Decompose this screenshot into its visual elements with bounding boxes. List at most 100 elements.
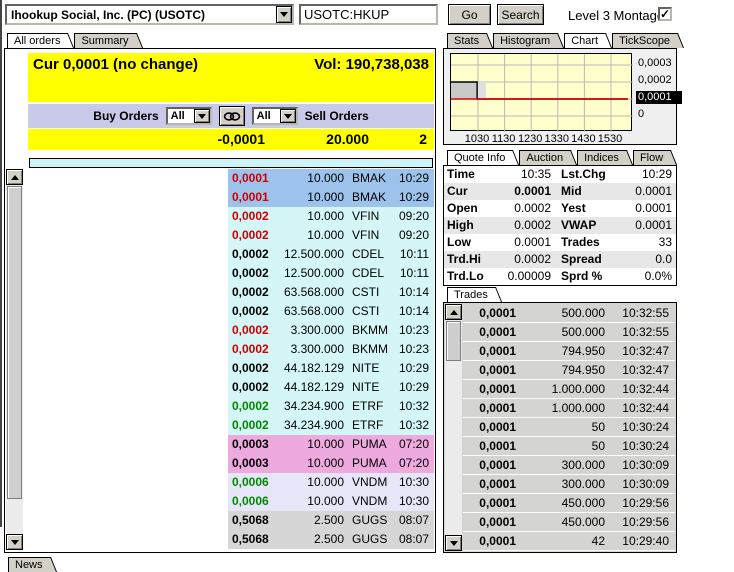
order-row[interactable]: 0,000210.000VFIN09:20: [25, 207, 434, 226]
order-market-maker: CDEL: [344, 245, 392, 264]
order-row[interactable]: 0,50682.500GUGS08:07: [25, 530, 434, 549]
order-time: 10:11: [392, 264, 434, 283]
quote-value: 0.0001: [494, 183, 551, 200]
trade-row[interactable]: 0,0001300.00010:30:09: [463, 475, 675, 494]
trade-row[interactable]: 0,0001450.00010:29:56: [463, 513, 675, 532]
analysis-tabs: Stats Histogram Chart TickScope: [447, 33, 675, 48]
chevron-down-icon[interactable]: [194, 109, 210, 123]
order-row-sell-side: 0,000110.000BMAK10:29: [228, 188, 434, 207]
order-row[interactable]: 0,00023.300.000BKMM10:23: [25, 340, 434, 359]
order-price: 0,5068: [228, 530, 280, 549]
order-row[interactable]: 0,00023.300.000BKMM10:23: [25, 321, 434, 340]
quote-label: Yest: [551, 200, 615, 217]
tab-histogram[interactable]: Histogram: [493, 33, 555, 48]
order-row[interactable]: 0,000263.568.000CSTI10:14: [25, 283, 434, 302]
trade-rows: 0,0001500.00010:32:550,0001500.00010:32:…: [463, 304, 675, 551]
trade-row[interactable]: 0,00014210:29:40: [463, 532, 675, 551]
order-row-sell-side: 0,000244.182.129NITE10:29: [228, 359, 434, 378]
y-tick-label: 0,0001: [636, 91, 682, 104]
order-market-maker: PUMA: [344, 435, 392, 454]
chevron-down-icon[interactable]: [276, 6, 292, 23]
trade-row[interactable]: 0,0001500.00010:32:55: [463, 323, 675, 342]
order-row[interactable]: 0,000263.568.000CSTI10:14: [25, 302, 434, 321]
order-row[interactable]: 0,000244.182.129NITE10:29: [25, 378, 434, 397]
order-row-sell-side: 0,000610.000VNDM10:30: [228, 473, 434, 492]
order-market-maker: VNDM: [344, 492, 392, 511]
scroll-down-button[interactable]: [6, 534, 23, 550]
order-time: 07:20: [392, 435, 434, 454]
trade-row[interactable]: 0,00011.000.00010:32:44: [463, 399, 675, 418]
tab-trades[interactable]: Trades: [447, 287, 493, 302]
order-row[interactable]: 0,000210.000VFIN09:20: [25, 226, 434, 245]
order-market-maker: NITE: [344, 378, 392, 397]
symbol-select[interactable]: Ihookup Social, Inc. (PC) (USOTC): [5, 4, 294, 25]
scroll-down-button[interactable]: [445, 535, 462, 551]
tab-indices[interactable]: Indices: [577, 150, 624, 165]
order-row[interactable]: 0,000610.000VNDM10:30: [25, 492, 434, 511]
orderbook-scrollbar[interactable]: [6, 169, 23, 550]
order-row[interactable]: 0,000310.000PUMA07:20: [25, 454, 434, 473]
link-filters-button[interactable]: [219, 106, 245, 126]
tab-stats[interactable]: Stats: [447, 33, 484, 48]
current-price-text: Cur 0,0001 (no change): [33, 56, 198, 99]
scroll-up-button[interactable]: [6, 169, 23, 185]
montage-checkbox[interactable]: ✓: [658, 7, 672, 21]
scroll-up-button[interactable]: [445, 304, 462, 320]
sell-filter-select[interactable]: All: [252, 107, 298, 125]
trade-row[interactable]: 0,0001794.95010:32:47: [463, 361, 675, 380]
trade-row[interactable]: 0,00011.000.00010:32:44: [463, 380, 675, 399]
scrollbar-thumb[interactable]: [446, 321, 461, 361]
tab-summary[interactable]: Summary: [74, 33, 133, 48]
trade-row[interactable]: 0,00015010:30:24: [463, 418, 675, 437]
buy-filter-select[interactable]: All: [166, 107, 212, 125]
quote-info-panel: Time10:35Lst.Chg10:29Cur0.0001Mid0.0001O…: [443, 165, 677, 286]
tab-quote-info[interactable]: Quote Info: [447, 150, 510, 165]
order-row-buy-side: [25, 283, 228, 302]
order-time: 10:23: [392, 321, 434, 340]
tab-flow[interactable]: Flow: [633, 150, 668, 165]
trade-row[interactable]: 0,0001450.00010:29:56: [463, 494, 675, 513]
order-row[interactable]: 0,000244.182.129NITE10:29: [25, 359, 434, 378]
tab-tickscope[interactable]: TickScope: [612, 33, 675, 48]
order-row[interactable]: 0,000310.000PUMA07:20: [25, 435, 434, 454]
chevron-down-icon[interactable]: [280, 109, 296, 123]
order-row[interactable]: 0,000110.000BMAK10:29: [25, 169, 434, 188]
tab-chart[interactable]: Chart: [564, 33, 603, 48]
order-row[interactable]: 0,000212.500.000CDEL10:11: [25, 264, 434, 283]
search-button[interactable]: Search: [497, 4, 544, 25]
order-row-buy-side: [25, 321, 228, 340]
go-button[interactable]: Go: [448, 4, 491, 25]
order-time: 10:29: [392, 169, 434, 188]
tab-news[interactable]: News: [8, 557, 48, 572]
trades-tabs: Trades: [447, 287, 493, 302]
quote-row: High0.0002VWAP0.0001: [444, 217, 676, 234]
trade-size: 794.950: [516, 361, 605, 379]
trade-size: 300.000: [516, 475, 605, 493]
order-row-sell-side: 0,000234.234.900ETRF10:32: [228, 397, 434, 416]
trade-row[interactable]: 0,0001300.00010:30:09: [463, 456, 675, 475]
order-row[interactable]: 0,000234.234.900ETRF10:32: [25, 416, 434, 435]
trade-time: 10:32:44: [605, 380, 675, 398]
order-row[interactable]: 0,000610.000VNDM10:30: [25, 473, 434, 492]
scrollbar-thumb[interactable]: [7, 186, 22, 499]
order-time: 09:20: [392, 207, 434, 226]
montage-label: Level 3 Montage: [568, 8, 664, 23]
order-price: 0,0006: [228, 492, 280, 511]
order-row[interactable]: 0,000234.234.900ETRF10:32: [25, 397, 434, 416]
order-row[interactable]: 0,000110.000BMAK10:29: [25, 188, 434, 207]
trade-price: 0,0001: [463, 342, 516, 360]
symbol-input[interactable]: [299, 4, 438, 25]
trade-row[interactable]: 0,0001500.00010:32:55: [463, 304, 675, 323]
trade-row[interactable]: 0,00015010:30:24: [463, 437, 675, 456]
quote-value: 0.0002: [494, 200, 551, 217]
tab-all-orders[interactable]: All orders: [7, 33, 65, 48]
order-size: 34.234.900: [280, 397, 344, 416]
order-market-maker: CDEL: [344, 264, 392, 283]
trade-row[interactable]: 0,0001794.95010:32:47: [463, 342, 675, 361]
order-market-maker: BKMM: [344, 340, 392, 359]
trades-scrollbar[interactable]: [445, 304, 462, 551]
tab-auction[interactable]: Auction: [519, 150, 568, 165]
trade-size: 500.000: [516, 304, 605, 322]
order-row[interactable]: 0,000212.500.000CDEL10:11: [25, 245, 434, 264]
order-row[interactable]: 0,50682.500GUGS08:07: [25, 511, 434, 530]
